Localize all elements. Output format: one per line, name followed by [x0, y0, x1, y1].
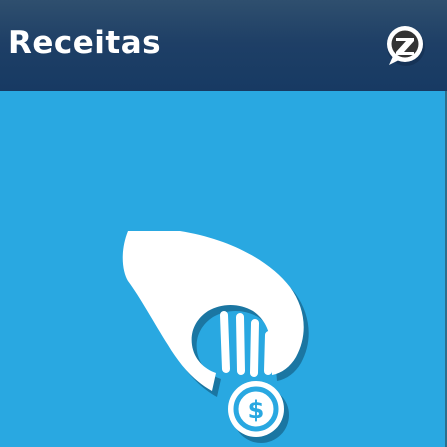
- chat-bubble-logo-icon[interactable]: [383, 23, 429, 71]
- hand-dropping-coin-icon: $: [120, 231, 310, 447]
- coin-symbol: $: [248, 396, 265, 424]
- header-bar: Receitas: [0, 0, 447, 91]
- content-panel: $: [0, 91, 447, 447]
- receitas-tile[interactable]: Receitas $: [0, 0, 447, 447]
- page-title: Receitas: [8, 25, 162, 61]
